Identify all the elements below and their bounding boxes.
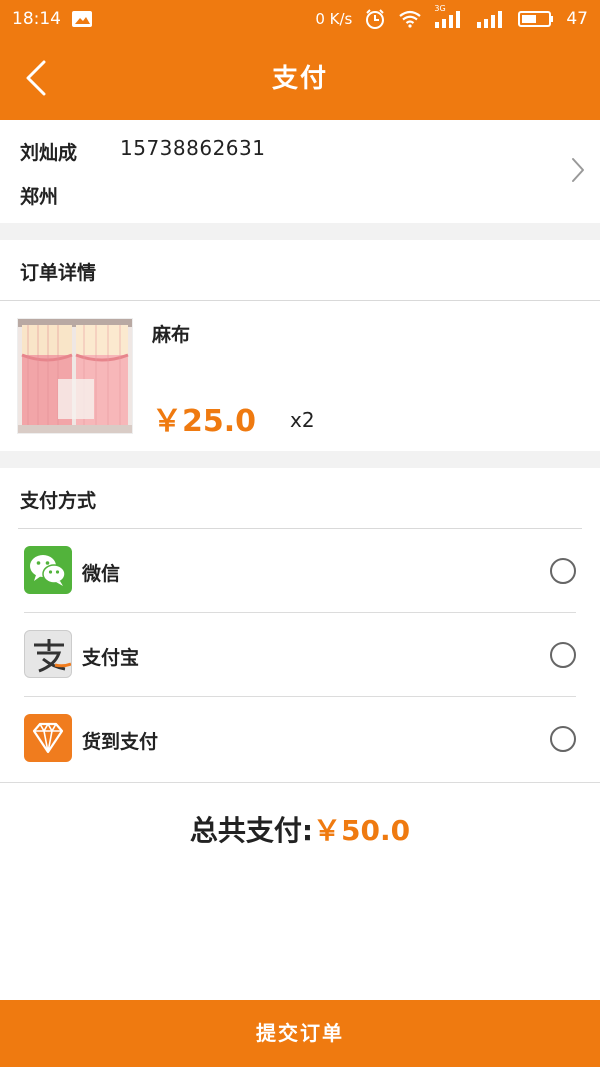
order-details-card: 订单详情 麻布 ￥25.0 x2 (0, 240, 600, 451)
divider (0, 300, 600, 301)
submit-order-button[interactable]: 提交订单 (0, 1000, 600, 1067)
recipient-city: 郑州 (20, 186, 59, 208)
alarm-icon (364, 8, 386, 30)
total-value: ￥50.0 (313, 814, 411, 847)
status-time: 18:14 (12, 9, 61, 29)
product-price: ￥25.0 (152, 404, 257, 439)
network-speed: 0 K/s (315, 10, 353, 28)
radio-button[interactable] (550, 558, 576, 584)
radio-button[interactable] (550, 642, 576, 668)
wifi-icon (398, 10, 422, 28)
radio-button[interactable] (550, 726, 576, 752)
payment-option-cod[interactable]: 货到支付 (24, 697, 576, 781)
payment-section-title: 支付方式 (20, 490, 97, 512)
page-title: 支付 (271, 64, 328, 94)
payment-methods-card: 支付方式 微信 支付宝 货到支付 (0, 468, 600, 782)
signal-3g-icon: 3G (434, 4, 464, 28)
alipay-icon (24, 630, 72, 678)
status-bar: 18:14 0 K/s 3G 47 (0, 0, 600, 38)
payment-option-label: 货到支付 (82, 731, 159, 753)
product-thumbnail[interactable] (17, 318, 133, 434)
order-section-title: 订单详情 (20, 262, 97, 284)
recipient-phone: 15738862631 (120, 136, 266, 160)
payment-option-wechat[interactable]: 微信 (24, 529, 576, 613)
product-name: 麻布 (152, 324, 191, 346)
network-type: 3G (434, 4, 446, 13)
title-bar: 支付 (0, 38, 600, 120)
diamond-icon (24, 714, 72, 762)
total-line: 总共支付:￥50.0 (0, 809, 600, 849)
payment-option-label: 微信 (82, 563, 121, 585)
battery-icon (518, 10, 554, 28)
image-notification-icon (71, 10, 93, 28)
total-area: 总共支付:￥50.0 (0, 782, 600, 1000)
wechat-icon (24, 546, 72, 594)
payment-option-label: 支付宝 (82, 647, 140, 669)
product-quantity: x2 (290, 408, 315, 432)
chevron-right-icon (570, 156, 586, 188)
recipient-name: 刘灿成 (20, 142, 78, 164)
signal-icon (476, 10, 506, 28)
payment-option-alipay[interactable]: 支付宝 (24, 613, 576, 697)
address-card[interactable]: 刘灿成 15738862631 郑州 (0, 120, 600, 223)
battery-level: 47 (566, 9, 588, 29)
total-label: 总共支付: (189, 814, 314, 847)
